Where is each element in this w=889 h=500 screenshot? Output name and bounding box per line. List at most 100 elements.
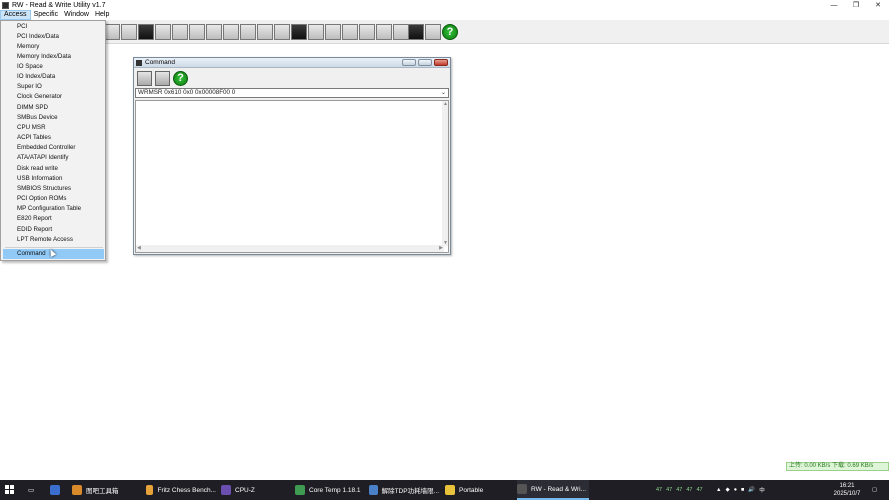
taskbar: ▭ 图吧工具箱 Fritz Chess Bench... CPU-Z Core …: [0, 480, 889, 500]
menu-specific[interactable]: Specific: [31, 10, 62, 20]
menu-item-disk-read-write[interactable]: Disk read write: [3, 164, 104, 174]
menu-item-edid-report[interactable]: EDID Report: [3, 225, 104, 235]
ime-indicator[interactable]: 中: [759, 486, 765, 494]
app-icon: [221, 485, 231, 495]
menu-item-io-index-data[interactable]: IO Index/Data: [3, 72, 104, 82]
app-title: RW - Read & Write Utility v1.7: [12, 1, 106, 9]
menu-item-embedded-controller[interactable]: Embedded Controller: [3, 143, 104, 153]
minimize-button[interactable]: —: [823, 0, 845, 10]
taskbar-item[interactable]: Portable: [445, 480, 515, 500]
menu-item-e820-report[interactable]: E820 Report: [3, 214, 104, 224]
taskbar-item[interactable]: 解除TDP功耗墙限...: [369, 480, 439, 500]
toolbar-tool-icon[interactable]: [325, 24, 341, 40]
app-icon: [369, 485, 378, 495]
command-toolbar: ?: [134, 68, 450, 88]
toolbar-tool-icon[interactable]: [104, 24, 120, 40]
menu-item-smbus-device[interactable]: SMBus Device: [3, 113, 104, 123]
volume-icon[interactable]: 🔊: [748, 487, 755, 493]
menu-item-memory-index-data[interactable]: Memory Index/Data: [3, 52, 104, 62]
taskbar-item[interactable]: Core Temp 1.18.1: [295, 480, 365, 500]
menu-access[interactable]: Access: [0, 10, 31, 20]
taskbar-item-active[interactable]: RW - Read & Wri...: [517, 480, 589, 500]
close-button[interactable]: ✕: [867, 0, 889, 10]
command-input[interactable]: WRMSR 0x610 0x0 0x00008F00 0 ⌄: [135, 88, 449, 98]
taskbar-clock[interactable]: 16:21 2025/10/7: [830, 482, 864, 498]
vertical-scrollbar[interactable]: ▲ ▼: [442, 101, 448, 246]
task-view-icon[interactable]: ▭: [28, 480, 40, 500]
horizontal-scrollbar[interactable]: ◀ ▶: [136, 245, 444, 252]
main-toolbar: ?: [0, 20, 889, 44]
menu-item-mp-configuration-table[interactable]: MP Configuration Table: [3, 204, 104, 214]
menu-item-pci-option-roms[interactable]: PCI Option ROMs: [3, 194, 104, 204]
menu-item-lpt-remote-access[interactable]: LPT Remote Access: [3, 235, 104, 245]
menu-item-memory[interactable]: Memory: [3, 42, 104, 52]
clock-time: 16:21: [839, 483, 855, 489]
toolbar-tool-icon[interactable]: [408, 24, 424, 40]
restore-button[interactable]: ❐: [845, 0, 867, 10]
menu-window[interactable]: Window: [61, 10, 92, 20]
menu-item-super-io[interactable]: Super IO: [3, 82, 104, 92]
toolbar-tool-icon[interactable]: [274, 24, 290, 40]
taskbar-app-icon[interactable]: [50, 480, 64, 500]
taskbar-item-label: 图吧工具箱: [86, 488, 119, 495]
command-window-icon: [136, 59, 142, 66]
toolbar-tool-icon[interactable]: [240, 24, 256, 40]
tray-icon[interactable]: ●: [734, 487, 737, 493]
notification-icon[interactable]: ▢: [872, 480, 886, 500]
app-icon: [295, 485, 305, 495]
toolbar-tool-icon[interactable]: [393, 24, 409, 40]
help-icon[interactable]: ?: [173, 71, 188, 86]
toolbar-tool-icon[interactable]: [223, 24, 239, 40]
menu-help[interactable]: Help: [92, 10, 112, 20]
toolbar-tool-icon[interactable]: [121, 24, 137, 40]
command-minimize-button[interactable]: [402, 59, 416, 66]
toolbar-tool-icon[interactable]: [359, 24, 375, 40]
save-icon[interactable]: [137, 71, 152, 86]
toolbar-tool-icon[interactable]: [155, 24, 171, 40]
menu-item-io-space[interactable]: IO Space: [3, 62, 104, 72]
run-command-icon[interactable]: [155, 71, 170, 86]
help-icon[interactable]: ?: [442, 24, 458, 40]
menu-item-clock-generator[interactable]: Clock Generator: [3, 92, 104, 102]
tray-temp: 47: [656, 487, 663, 493]
menu-item-cpu-msr[interactable]: CPU MSR: [3, 123, 104, 133]
toolbar-tool-icon[interactable]: [308, 24, 324, 40]
chevron-down-icon[interactable]: ⌄: [441, 89, 446, 97]
tray-icon[interactable]: ◆: [725, 487, 729, 493]
toolbar-tool-icon[interactable]: [425, 24, 441, 40]
menu-item-ata-atapi-identify[interactable]: ATA/ATAPI Identify: [3, 153, 104, 163]
tray-temperatures: 47 47 47 47 47: [656, 480, 716, 500]
taskbar-item-label: Fritz Chess Bench...: [157, 486, 216, 494]
menu-item-dimm-spd[interactable]: DIMM SPD: [3, 103, 104, 113]
toolbar-tool-icon[interactable]: [291, 24, 307, 40]
app-title-bar: RW - Read & Write Utility v1.7: [0, 0, 889, 10]
taskbar-item-label: Core Temp 1.18.1: [309, 486, 361, 494]
command-close-button[interactable]: [434, 59, 448, 66]
toolbar-tool-icon[interactable]: [376, 24, 392, 40]
toolbar-tool-icon[interactable]: [172, 24, 188, 40]
command-maximize-button[interactable]: [418, 59, 432, 66]
menu-separator: [5, 247, 103, 248]
menu-item-smbios-structures[interactable]: SMBIOS Structures: [3, 184, 104, 194]
scroll-up-icon[interactable]: ▲: [443, 101, 448, 107]
command-output-area[interactable]: ▲ ▼ ◀ ▶: [135, 100, 449, 253]
toolbar-tool-icon[interactable]: [257, 24, 273, 40]
toolbar-tool-icon[interactable]: [138, 24, 154, 40]
menu-item-pci-index-data[interactable]: PCI Index/Data: [3, 32, 104, 42]
toolbar-tool-icon[interactable]: [189, 24, 205, 40]
taskbar-item[interactable]: 图吧工具箱: [72, 480, 142, 500]
scroll-right-icon[interactable]: ▶: [439, 245, 443, 251]
taskbar-item[interactable]: Fritz Chess Bench...: [146, 480, 216, 500]
tray-icon[interactable]: ▲: [716, 487, 721, 493]
scroll-left-icon[interactable]: ◀: [137, 245, 141, 251]
toolbar-tool-icon[interactable]: [206, 24, 222, 40]
menu-item-pci[interactable]: PCI: [3, 22, 104, 32]
toolbar-tool-icon[interactable]: [342, 24, 358, 40]
menu-item-usb-information[interactable]: USB Information: [3, 174, 104, 184]
menu-item-acpi-tables[interactable]: ACPI Tables: [3, 133, 104, 143]
windows-start-icon[interactable]: [5, 485, 15, 495]
access-menu-dropdown: PCI PCI Index/Data Memory Memory Index/D…: [0, 20, 106, 261]
app-icon: [517, 484, 527, 494]
taskbar-item[interactable]: CPU-Z: [221, 480, 291, 500]
tray-icon[interactable]: ■: [741, 487, 744, 493]
